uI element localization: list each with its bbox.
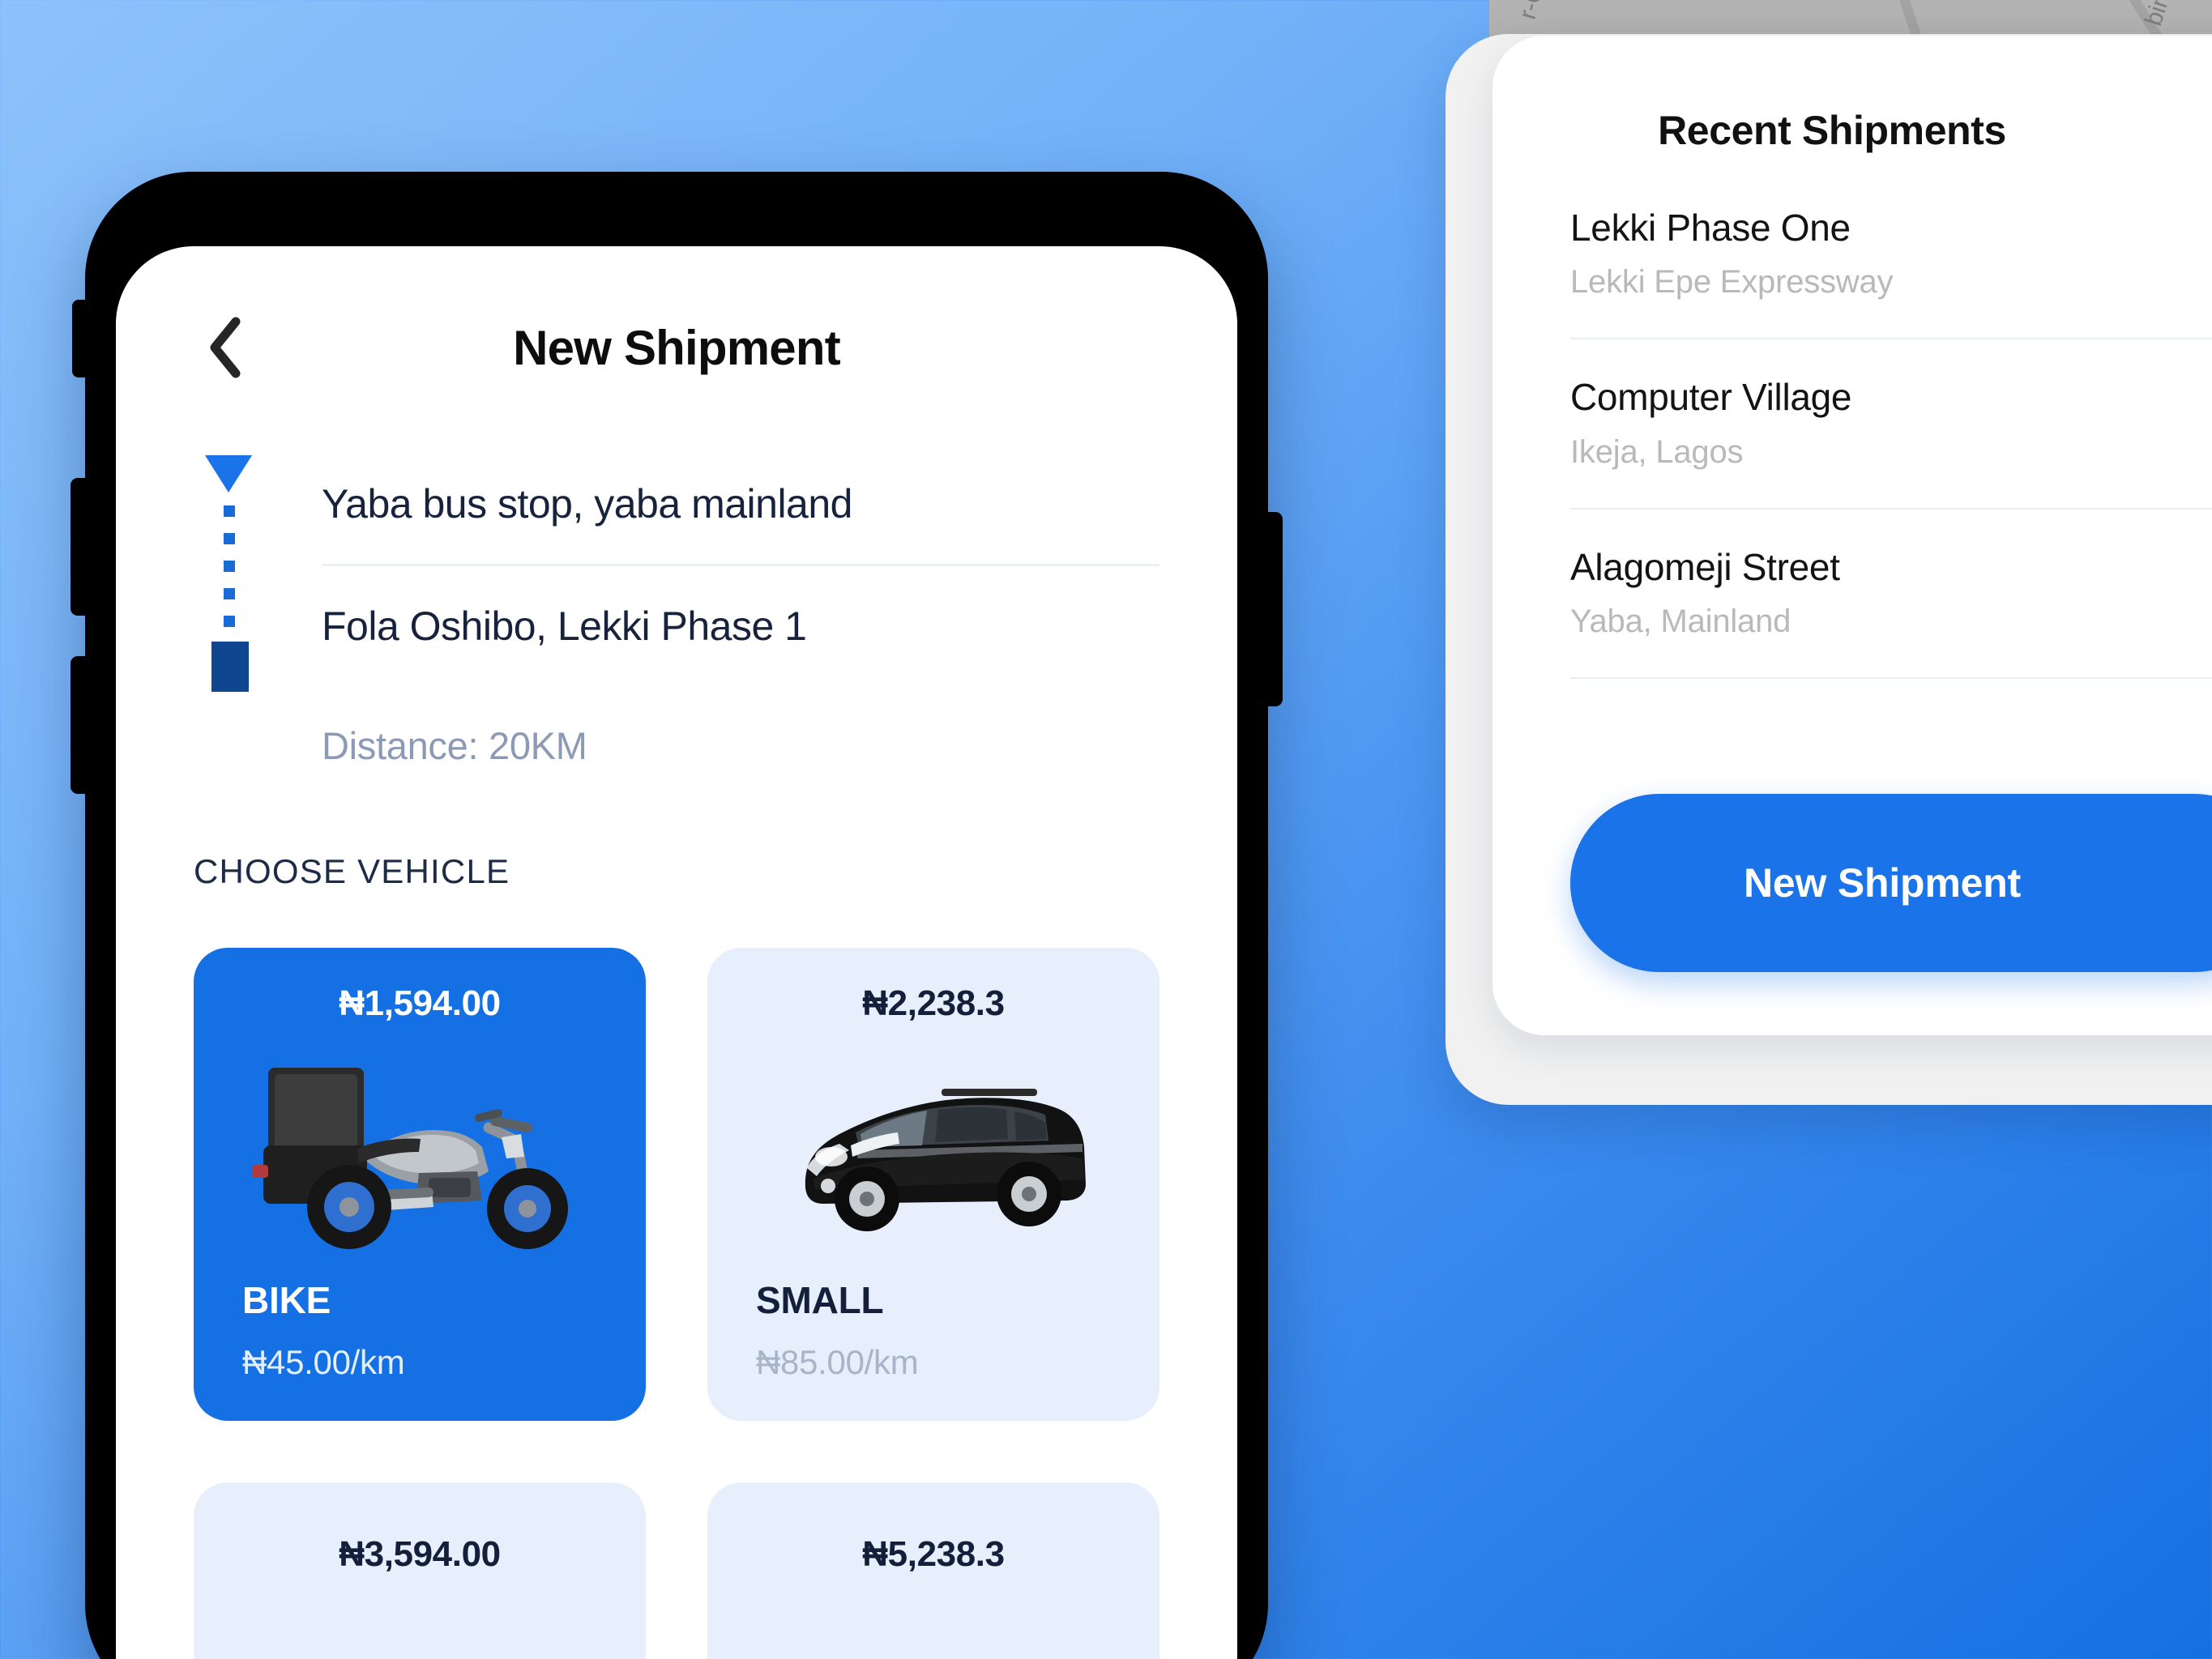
route-summary: Yaba bus stop, yaba mainland Fola Oshibo… [194, 444, 1159, 768]
destination-address: Fola Oshibo, Lekki Phase 1 [322, 603, 807, 649]
list-item[interactable]: Alagomeji Street Yaba, Mainland [1570, 545, 2212, 679]
phone-body: New Shipment Yaba bus stop, yaba mainlan… [70, 172, 1283, 1659]
phone-volume-up-button[interactable] [70, 478, 93, 616]
recent-shipments-title: Recent Shipments [1658, 108, 2006, 153]
recent-shipments-list: Lekki Phase One Lekki Epe Expressway Com… [1570, 206, 2212, 714]
shipment-name: Lekki Phase One [1570, 207, 1851, 249]
choose-vehicle-label: CHOOSE VEHICLE [194, 852, 510, 890]
route-origin-row[interactable]: Yaba bus stop, yaba mainland [322, 444, 1159, 564]
distance-label: Distance: 20KM [322, 724, 587, 767]
page-title: New Shipment [513, 320, 841, 375]
shipment-area: Lekki Epe Expressway [1570, 264, 1894, 301]
origin-address: Yaba bus stop, yaba mainland [322, 481, 852, 527]
vehicle-grid: ₦1,594.00 BIKE ₦45.00/km ₦2,238.3 SMALL … [194, 948, 1159, 1659]
vehicle-card-4[interactable]: ₦5,238.3 [707, 1482, 1159, 1659]
app-header: New Shipment [194, 246, 1159, 449]
square-marker-icon [211, 642, 249, 692]
vehicle-rate: ₦85.00/km [756, 1343, 919, 1381]
shipment-area: Yaba, Mainland [1570, 603, 1791, 639]
vehicle-price: ₦2,238.3 [862, 983, 1005, 1023]
phone-power-button[interactable] [1260, 512, 1283, 706]
phone-volume-down-button[interactable] [70, 656, 93, 794]
vehicle-card-small[interactable]: ₦2,238.3 SMALL ₦85.00/km [707, 948, 1159, 1421]
new-shipment-button[interactable]: New Shipment [1570, 794, 2212, 972]
phone-screen: New Shipment Yaba bus stop, yaba mainlan… [116, 246, 1237, 1659]
vehicle-price: ₦1,594.00 [339, 983, 501, 1023]
vehicle-price: ₦5,238.3 [862, 1534, 1005, 1574]
shipment-name: Alagomeji Street [1570, 545, 1840, 588]
vehicle-card-3[interactable]: ₦3,594.00 [194, 1482, 646, 1659]
phone-silent-switch[interactable] [72, 300, 93, 377]
route-dotted-line [224, 505, 235, 635]
list-item[interactable]: Computer Village Ikeja, Lagos [1570, 375, 2212, 510]
triangle-down-marker-icon [205, 455, 252, 493]
vehicle-name: SMALL [756, 1279, 884, 1321]
route-destination-row[interactable]: Fola Oshibo, Lekki Phase 1 [322, 566, 1159, 686]
list-item[interactable]: Lekki Phase One Lekki Epe Expressway [1570, 206, 2212, 340]
vehicle-rate: ₦45.00/km [242, 1343, 405, 1381]
phone-mockup: New Shipment Yaba bus stop, yaba mainlan… [70, 172, 1283, 1659]
vehicle-card-bike[interactable]: ₦1,594.00 BIKE ₦45.00/km [194, 948, 646, 1421]
vehicle-price: ₦3,594.00 [339, 1534, 501, 1574]
shipment-area: Ikeja, Lagos [1570, 433, 1744, 470]
route-rail [205, 455, 254, 698]
motorbike-icon [194, 1024, 646, 1278]
vehicle-name: BIKE [242, 1279, 331, 1321]
shipment-name: Computer Village [1570, 376, 1852, 419]
minivan-icon [707, 1024, 1159, 1278]
